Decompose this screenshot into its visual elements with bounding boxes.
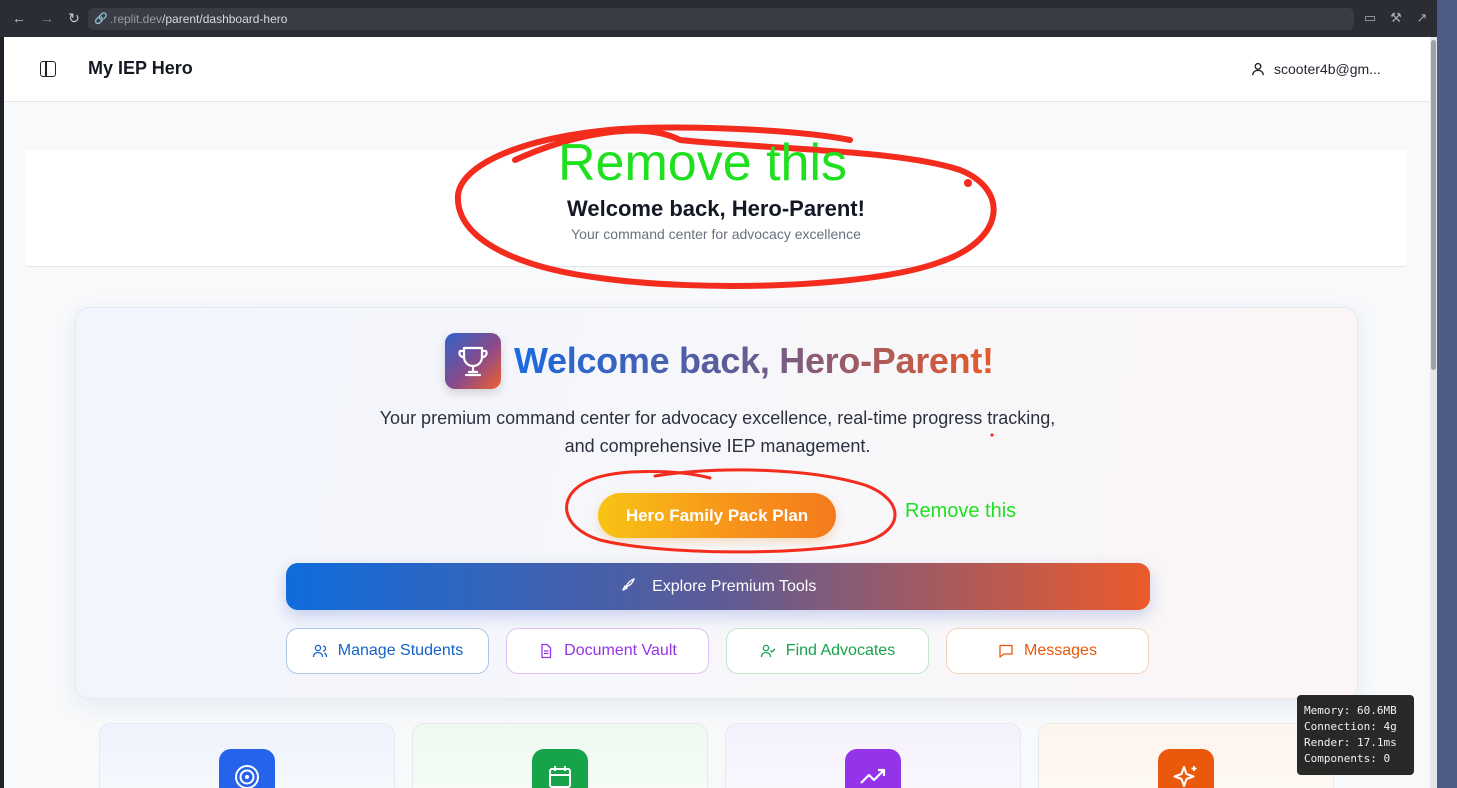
target-icon: [219, 749, 275, 788]
url-domain: .replit.dev: [110, 12, 163, 26]
address-bar[interactable]: 🔗 .replit.dev/parent/dashboard-hero: [88, 8, 1354, 30]
url-path: /parent/dashboard-hero: [162, 12, 288, 26]
file-icon: [541, 643, 552, 659]
reload-icon[interactable]: ↻: [65, 9, 83, 27]
document-vault-button[interactable]: Document Vault: [506, 628, 709, 674]
link-icon: 🔗: [94, 13, 108, 25]
hero-title: Welcome back, Hero-Parent!: [514, 340, 994, 381]
messages-label: Messages: [1024, 642, 1097, 659]
open-external-icon[interactable]: ↗: [1413, 9, 1431, 27]
dev-performance-overlay: Memory: 60.6MB Connection: 4g Render: 17…: [1297, 695, 1414, 775]
user-email[interactable]: scooter4b@gm...: [1274, 61, 1381, 77]
feature-card-calendar[interactable]: [412, 723, 708, 788]
message-icon: [999, 644, 1013, 658]
trending-up-icon: [845, 749, 901, 788]
hero-description: Your premium command center for advocacy…: [379, 408, 1056, 456]
memory-stat: Memory: 60.6MB: [1304, 704, 1397, 717]
plan-button[interactable]: Hero Family Pack Plan: [598, 493, 836, 538]
app-title: My IEP Hero: [88, 58, 193, 78]
browser-toolbar: ← → ↻ 🔗 .replit.dev/parent/dashboard-her…: [0, 0, 1437, 37]
forward-arrow-icon[interactable]: →: [38, 9, 56, 27]
back-arrow-icon[interactable]: ←: [10, 9, 28, 27]
calendar-icon: [532, 749, 588, 788]
wrench-icon[interactable]: ⚒: [1387, 9, 1405, 27]
explore-premium-tools-label: Explore Premium Tools: [652, 578, 817, 595]
annotation-remove-this-small: Remove this: [905, 500, 1017, 522]
users-icon: [312, 644, 327, 658]
find-advocates-label: Find Advocates: [785, 642, 896, 659]
manage-students-button[interactable]: Manage Students: [286, 628, 489, 674]
trophy-icon: [445, 333, 501, 389]
page-subtitle: Your command center for advocacy excelle…: [571, 226, 861, 242]
connection-stat: Connection: 4g: [1304, 720, 1397, 733]
scrollbar-thumb[interactable]: [1431, 40, 1436, 370]
sparkles-icon: [1158, 749, 1214, 788]
annotation-remove-this-large: Remove this: [558, 134, 847, 192]
manage-students-label: Manage Students: [337, 642, 464, 659]
page-title: Welcome back, Hero-Parent!: [567, 196, 865, 221]
find-advocates-button[interactable]: Find Advocates: [726, 628, 929, 674]
feature-card-insights[interactable]: [1038, 723, 1334, 788]
user-icon[interactable]: [1251, 62, 1265, 76]
user-check-icon: [760, 644, 776, 658]
rocket-icon: [621, 578, 635, 591]
messages-button[interactable]: Messages: [946, 628, 1149, 674]
components-stat: Components: 0: [1304, 752, 1391, 765]
explore-premium-tools-button[interactable]: Explore Premium Tools: [286, 563, 1150, 610]
render-stat: Render: 17.1ms: [1304, 736, 1397, 749]
sidebar-toggle-icon[interactable]: [40, 61, 56, 77]
devices-icon[interactable]: ▭: [1361, 9, 1379, 27]
top-navigation-bar: My IEP Hero scooter4b@gm...: [4, 37, 1430, 102]
window-edge: [1437, 0, 1457, 788]
hero-card: Welcome back, Hero-Parent! Your premium …: [75, 307, 1358, 699]
feature-card-progress[interactable]: [725, 723, 1021, 788]
document-vault-label: Document Vault: [564, 642, 677, 659]
feature-card-goals[interactable]: [99, 723, 395, 788]
